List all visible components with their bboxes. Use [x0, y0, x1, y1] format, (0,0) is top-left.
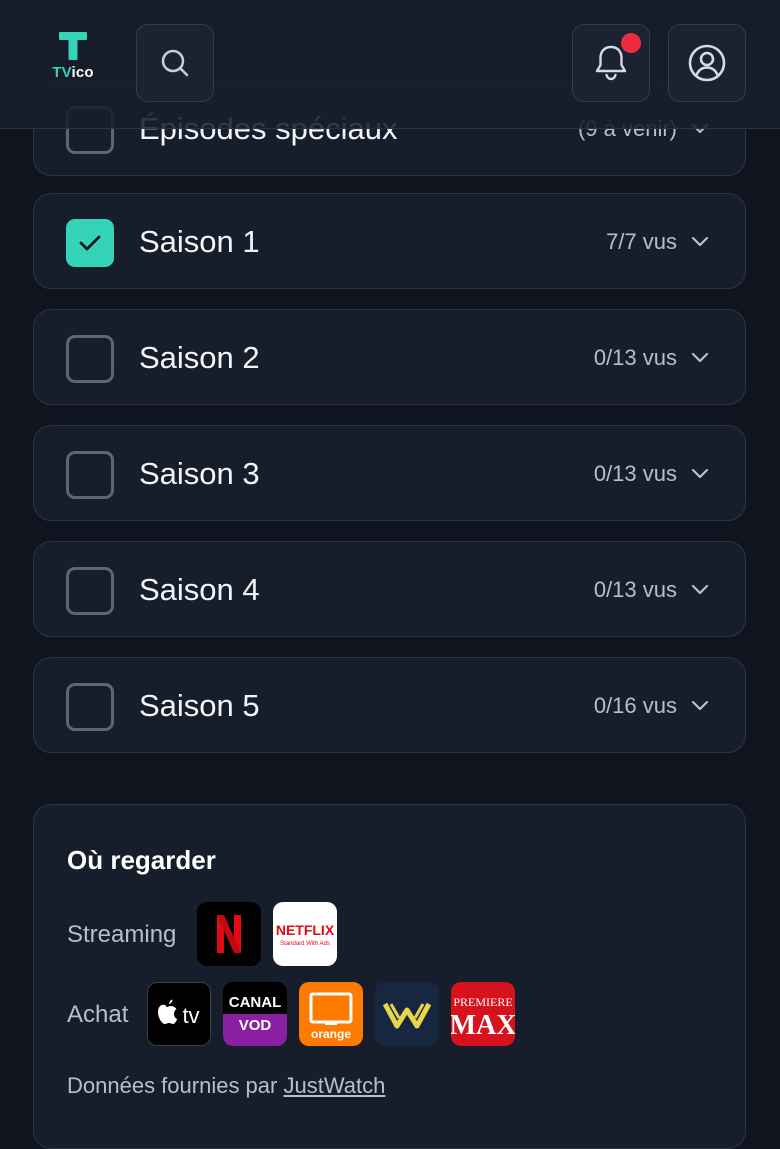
svg-text:MAX: MAX	[451, 1010, 515, 1041]
svg-text:PREMIERE: PREMIERE	[453, 995, 512, 1009]
season-row-3[interactable]: Saison 3 0/13 vus	[33, 425, 746, 521]
chevron-down-icon[interactable]	[691, 700, 709, 712]
justwatch-link[interactable]: JustWatch	[283, 1073, 385, 1098]
chevron-down-icon[interactable]	[691, 236, 709, 248]
season-progress: 0/13 vus	[594, 542, 709, 638]
user-icon	[688, 44, 726, 82]
svg-text:orange: orange	[311, 1027, 351, 1041]
top-bar: TVico	[0, 0, 780, 129]
season-label: Saison 4	[139, 572, 260, 607]
canal-vod-icon: CANAL VOD	[223, 982, 287, 1046]
logo-text: TVico	[52, 64, 94, 81]
apple-tv-logo[interactable]: tv	[147, 982, 211, 1046]
canal-vod-logo[interactable]: CANAL VOD	[223, 982, 287, 1046]
season-progress: 0/16 vus	[594, 658, 709, 754]
season-progress: 0/13 vus	[594, 426, 709, 522]
season-checkbox[interactable]	[66, 335, 114, 383]
season-checkbox[interactable]	[66, 567, 114, 615]
season-checkbox[interactable]	[66, 683, 114, 731]
notification-badge	[621, 33, 641, 53]
svg-text:NETFLIX: NETFLIX	[276, 922, 335, 938]
season-progress: 7/7 vus	[606, 194, 709, 290]
w-icon	[382, 1002, 432, 1029]
w-logo[interactable]	[375, 982, 439, 1046]
season-label: Saison 5	[139, 688, 260, 723]
season-row-1[interactable]: Saison 1 7/7 vus	[33, 193, 746, 289]
search-button[interactable]	[136, 24, 214, 102]
season-row-4[interactable]: Saison 4 0/13 vus	[33, 541, 746, 637]
svg-text:Standard With Ads: Standard With Ads	[280, 941, 330, 947]
svg-text:VOD: VOD	[239, 1017, 272, 1034]
svg-text:tv: tv	[182, 1003, 199, 1028]
where-to-watch-title: Où regarder	[67, 845, 216, 875]
netflix-ads-icon: NETFLIX Standard With Ads	[276, 922, 335, 947]
season-row-5[interactable]: Saison 5 0/16 vus	[33, 657, 746, 753]
season-label: Saison 1	[139, 224, 260, 259]
netflix-icon	[217, 915, 241, 953]
season-progress: 0/13 vus	[594, 310, 709, 406]
chevron-down-icon[interactable]	[691, 352, 709, 364]
where-to-watch-card: Où regarder Streaming NETFLIX Standard W…	[33, 804, 746, 1149]
season-row-2[interactable]: Saison 2 0/13 vus	[33, 309, 746, 405]
checkmark-icon	[79, 235, 101, 251]
season-label: Saison 2	[139, 340, 260, 375]
orange-icon: orange	[309, 992, 353, 1041]
netflix-n-logo[interactable]	[197, 902, 261, 966]
season-checkbox[interactable]	[66, 219, 114, 267]
premiere-max-logo[interactable]: PREMIERE MAX	[451, 982, 515, 1046]
season-checkbox[interactable]	[66, 451, 114, 499]
footer-text: Données fournies par	[67, 1073, 278, 1098]
chevron-down-icon[interactable]	[691, 584, 709, 596]
profile-button[interactable]	[668, 24, 746, 102]
streaming-label: Streaming	[67, 921, 177, 948]
premiere-max-icon: PREMIERE MAX	[451, 995, 515, 1041]
data-source-footer: Données fournies par JustWatch	[67, 1073, 385, 1099]
logo-t-icon	[59, 32, 87, 60]
tvico-logo[interactable]: TVico	[38, 32, 108, 96]
search-icon	[161, 49, 189, 77]
apple-tv-icon: tv	[158, 999, 200, 1028]
season-label: Saison 3	[139, 456, 260, 491]
chevron-down-icon[interactable]	[691, 468, 709, 480]
notifications-button[interactable]	[572, 24, 650, 102]
orange-logo[interactable]: orange	[299, 982, 363, 1046]
purchase-label: Achat	[67, 1001, 129, 1028]
netflix-ads-logo[interactable]: NETFLIX Standard With Ads	[273, 902, 337, 966]
svg-text:CANAL: CANAL	[229, 994, 282, 1011]
